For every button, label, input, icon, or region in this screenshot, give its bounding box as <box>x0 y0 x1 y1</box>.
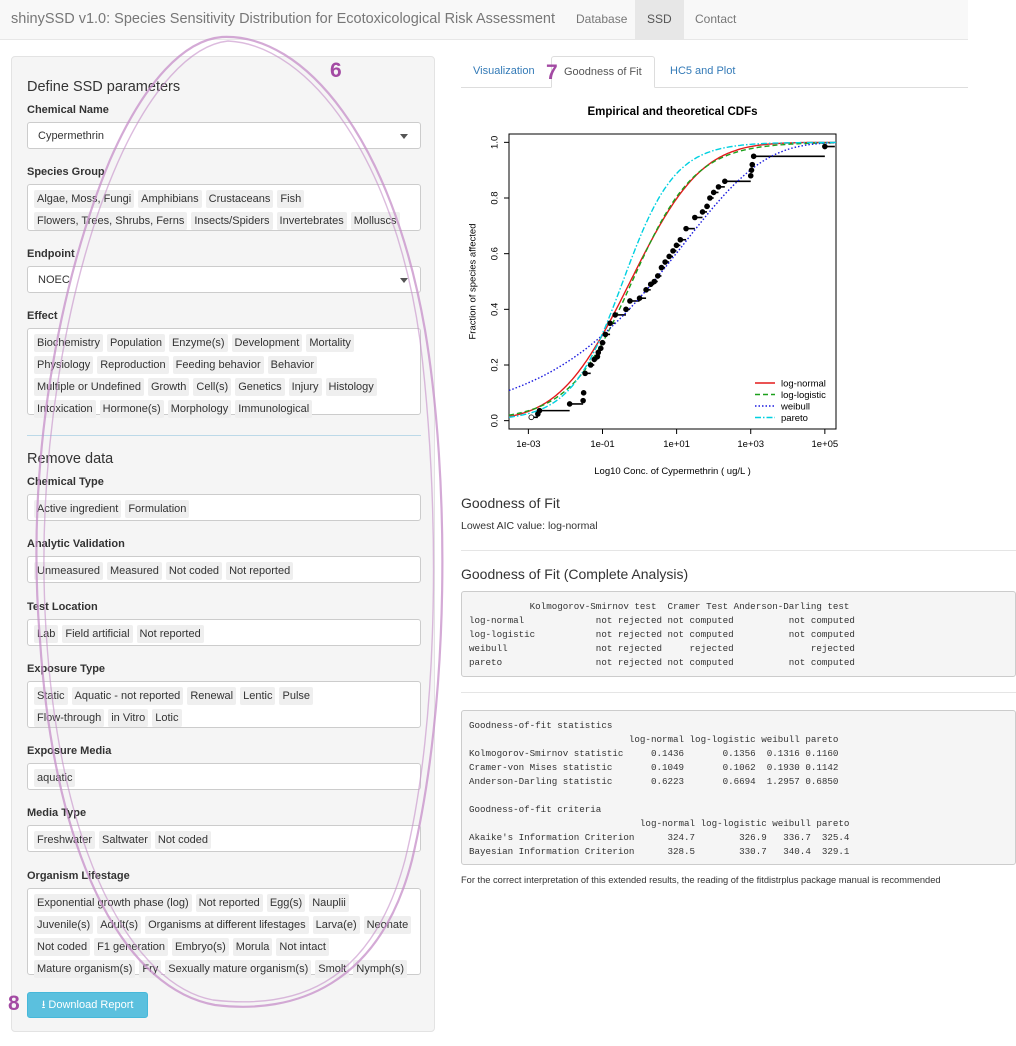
annotation-ellipse <box>35 35 444 1008</box>
annotation-6: 6 <box>330 59 342 82</box>
annotation-8: 8 <box>8 992 20 1015</box>
annotation-7: 7 <box>546 61 558 84</box>
